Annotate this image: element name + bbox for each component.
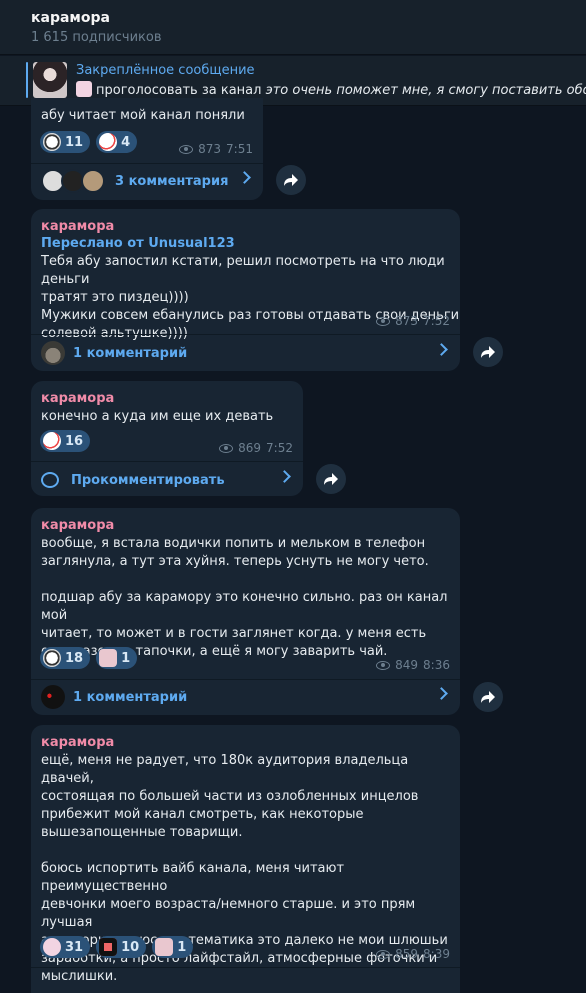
commenter-avatars xyxy=(41,169,105,193)
message-text: конечно а куда им еще их девать xyxy=(41,409,274,424)
message-text: Тебя абу запостил кстати, решил посмотре… xyxy=(41,254,460,341)
divider xyxy=(31,163,263,164)
pinned-thumbnail xyxy=(33,62,67,98)
share-icon xyxy=(324,473,338,485)
sticker-emoji-icon xyxy=(99,649,118,667)
message-3[interactable]: карамора конечно а куда им еще их девать… xyxy=(31,381,303,496)
divider xyxy=(31,967,460,968)
share-button[interactable] xyxy=(316,464,346,494)
comments-label: 1 комментарий xyxy=(73,689,188,705)
message-meta: 873 7:51 xyxy=(179,142,253,156)
comments-link[interactable]: 1 комментарий xyxy=(41,337,450,369)
avatar xyxy=(41,341,65,365)
comments-link[interactable]: Прокомментировать xyxy=(41,464,293,496)
channel-header[interactable]: карамора 1 615 подписчиков xyxy=(0,0,586,55)
reactions: 11 4 xyxy=(40,131,138,153)
reaction-chip[interactable]: 11 xyxy=(40,131,91,153)
reactions: 18 1 xyxy=(40,647,138,669)
eye-icon xyxy=(376,949,391,959)
reactions: 16 xyxy=(40,430,91,452)
bunny-emoji-icon xyxy=(76,81,92,97)
sticker-emoji-icon xyxy=(155,938,174,956)
divider xyxy=(31,679,460,680)
bunny-emoji-icon xyxy=(43,938,61,956)
chevron-right-icon xyxy=(238,171,251,184)
message-meta: 869 7:52 xyxy=(219,441,293,455)
message-text: абу читает мой канал поняли xyxy=(41,108,245,123)
message-meta: 849 8:36 xyxy=(376,658,450,672)
channel-title: карамора xyxy=(31,10,110,26)
message-5[interactable]: карамора ещё, меня не радует, что 180к а… xyxy=(31,725,460,993)
message-meta: 873 7:52 xyxy=(376,314,450,328)
reaction-chip[interactable]: 31 xyxy=(40,936,91,958)
sender-name: карамора xyxy=(41,518,115,533)
avatar xyxy=(81,169,105,193)
message-2[interactable]: карамора Переслано от Unusual123 Тебя аб… xyxy=(31,209,460,371)
share-button[interactable] xyxy=(276,165,306,195)
share-icon xyxy=(481,691,495,703)
troll-face-emoji-icon xyxy=(43,133,61,151)
eye-icon xyxy=(376,660,391,670)
sender-name: карамора xyxy=(41,219,115,234)
comments-link[interactable]: 1 комментарий xyxy=(41,681,450,713)
subscriber-count: 1 615 подписчиков xyxy=(31,30,162,45)
chevron-right-icon xyxy=(435,343,448,356)
divider xyxy=(31,334,460,335)
reaction-chip[interactable]: 16 xyxy=(40,430,91,452)
heart-sticker-emoji-icon xyxy=(99,938,118,956)
comment-icon xyxy=(41,472,59,488)
pinned-indicator xyxy=(26,62,28,98)
eye-icon xyxy=(376,316,391,326)
divider xyxy=(31,461,303,462)
sender-name: карамора xyxy=(41,391,115,406)
chevron-right-icon xyxy=(278,470,291,483)
forwarded-from[interactable]: Переслано от Unusual123 xyxy=(41,236,235,251)
comments-label: Прокомментировать xyxy=(71,472,225,488)
chevron-right-icon xyxy=(435,687,448,700)
reaction-chip[interactable]: 4 xyxy=(96,131,138,153)
comments-label: 1 комментарий xyxy=(73,345,188,361)
share-icon xyxy=(481,346,495,358)
share-button[interactable] xyxy=(473,337,503,367)
comments-label: 3 комментария xyxy=(115,173,229,189)
hello-kitty-emoji-icon xyxy=(43,432,61,450)
eye-icon xyxy=(219,443,234,453)
comments-link[interactable]: 3 комментария xyxy=(41,165,253,197)
sender-name: карамора xyxy=(41,735,115,750)
avatar xyxy=(41,685,65,709)
reaction-chip[interactable]: 10 xyxy=(96,936,147,958)
eye-icon xyxy=(179,144,194,154)
reaction-chip[interactable]: 18 xyxy=(40,647,91,669)
reaction-chip[interactable]: 1 xyxy=(96,647,138,669)
reaction-chip[interactable]: 1 xyxy=(152,936,194,958)
pinned-text: проголосовать за канал это очень поможет… xyxy=(76,81,586,98)
message-1[interactable]: абу читает мой канал поняли 11 4 873 7:5… xyxy=(31,98,263,200)
message-meta: 859 8:39 xyxy=(376,947,450,961)
share-button[interactable] xyxy=(473,682,503,712)
hello-kitty-emoji-icon xyxy=(99,133,118,151)
message-4[interactable]: карамора вообще, я встала водички попить… xyxy=(31,508,460,715)
troll-face-emoji-icon xyxy=(43,649,61,667)
reactions: 31 10 1 xyxy=(40,936,194,958)
pinned-title: Закреплённое сообщение xyxy=(76,63,255,78)
message-text: вообще, я встала водички попить и мелько… xyxy=(41,536,448,659)
share-icon xyxy=(284,174,298,186)
